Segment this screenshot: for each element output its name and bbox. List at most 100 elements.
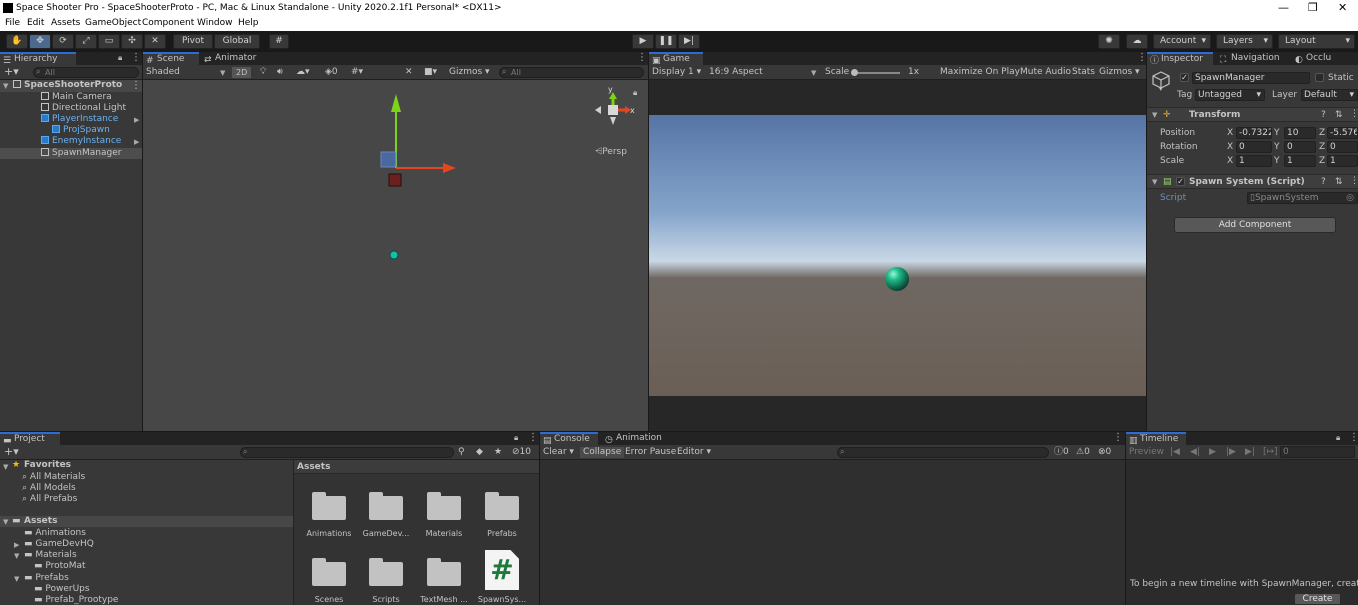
layers-dropdown[interactable]: Layers xyxy=(1216,34,1273,49)
scene-viewport[interactable] xyxy=(143,80,648,431)
tab-project[interactable]: ▬ Project xyxy=(0,432,60,446)
chevron-down-icon[interactable]: ▼ xyxy=(811,69,816,77)
list-item[interactable]: ⌕ All Prefabs xyxy=(22,494,77,505)
maximize-on-play-toggle[interactable]: Maximize On Play xyxy=(940,67,1020,78)
chevron-down-icon[interactable]: ▼ xyxy=(220,69,225,77)
script-component-header[interactable]: ▼ ▤ ✓ Spawn System (Script) ? ⇅ ⋮ xyxy=(1147,174,1358,189)
list-item[interactable]: Main Camera xyxy=(41,92,112,103)
chevron-right-icon[interactable]: ▶ xyxy=(14,541,19,549)
gizmos-toggle[interactable]: Gizmos ▾ xyxy=(1099,67,1140,78)
assets-root-row[interactable]: ▼ ▬ Assets xyxy=(0,516,293,527)
help-icon[interactable]: ? xyxy=(1321,110,1326,120)
asset-label[interactable]: SpawnSys... xyxy=(472,595,532,604)
grid-icon[interactable]: #▾ xyxy=(351,67,363,78)
asset-label[interactable]: Scenes xyxy=(299,595,359,604)
static-checkbox[interactable] xyxy=(1315,73,1324,82)
list-item[interactable]: ▬ GameDevHQ xyxy=(24,539,94,550)
hidden-packages-toggle[interactable]: ⊘10 xyxy=(512,447,531,458)
first-frame-icon[interactable]: |◀ xyxy=(1170,447,1180,458)
list-item[interactable]: EnemyInstance xyxy=(41,136,121,147)
asset-label[interactable]: Prefabs xyxy=(472,529,532,538)
menu-gameobject[interactable]: GameObject xyxy=(85,18,141,28)
move-tool-icon[interactable]: ✥ xyxy=(29,34,51,49)
preset-icon[interactable]: ⇅ xyxy=(1335,177,1343,187)
asset-label[interactable]: TextMesh ... xyxy=(414,595,474,604)
warning-count-toggle[interactable]: ⚠0 xyxy=(1076,447,1090,458)
breadcrumb-assets[interactable]: Assets xyxy=(297,462,330,472)
hierarchy-search-input[interactable]: All xyxy=(33,67,139,78)
hand-tool-icon[interactable]: ✋ xyxy=(6,34,28,49)
component-menu-icon[interactable]: ⋮ xyxy=(1350,109,1358,119)
rotation-y-field[interactable]: 0 xyxy=(1284,141,1316,153)
lighting-icon[interactable]: 💡︎ xyxy=(260,67,266,78)
menu-assets[interactable]: Assets xyxy=(51,18,80,28)
play-button[interactable]: ▶ xyxy=(632,34,654,49)
expand-arrow-icon[interactable]: ▼ xyxy=(14,575,19,583)
list-item[interactable]: ▬ Materials xyxy=(24,550,77,561)
tab-timeline[interactable]: ▥ Timeline xyxy=(1126,432,1186,446)
component-menu-icon[interactable]: ⋮ xyxy=(1350,176,1358,186)
orientation-neg-x-cone[interactable] xyxy=(595,106,601,114)
gizmo-plane-handle[interactable] xyxy=(380,151,397,168)
global-toggle[interactable]: Global xyxy=(214,34,260,49)
active-checkbox[interactable]: ✓ xyxy=(1180,73,1189,82)
transform-header[interactable]: ▼ ✛ Transform ? ⇅ ⋮ xyxy=(1147,107,1358,122)
close-button[interactable]: ✕ xyxy=(1338,1,1347,14)
component-enabled-checkbox[interactable]: ✓ xyxy=(1176,177,1185,186)
rotation-x-field[interactable]: 0 xyxy=(1236,141,1272,153)
preset-icon[interactable]: ⇅ xyxy=(1335,110,1343,120)
folder-icon[interactable] xyxy=(369,558,403,586)
custom-tool-icon[interactable]: ✕ xyxy=(144,34,166,49)
orientation-neg-y-cone[interactable] xyxy=(610,117,616,125)
chevron-right-icon[interactable]: ▶ xyxy=(134,138,139,146)
collapse-toggle[interactable]: Collapse xyxy=(580,447,625,458)
aspect-dropdown[interactable]: 16:9 Aspect xyxy=(709,67,763,78)
play-range-icon[interactable]: [↦] xyxy=(1263,447,1278,458)
asset-label[interactable]: GameDev... xyxy=(356,529,416,538)
mute-audio-toggle[interactable]: Mute Audio xyxy=(1020,67,1071,78)
scene-row[interactable]: ▼ SpaceShooterProto ⋮ xyxy=(0,80,142,92)
scene-search-input[interactable]: All xyxy=(499,67,644,78)
expand-arrow-icon[interactable]: ▼ xyxy=(3,463,8,471)
add-component-button[interactable]: Add Component xyxy=(1174,217,1336,233)
next-frame-icon[interactable]: |▶ xyxy=(1226,447,1236,458)
audio-icon[interactable]: 🔊︎ xyxy=(277,67,283,78)
player-sphere[interactable] xyxy=(389,250,399,260)
tab-occlusion[interactable]: ◐ Occlu xyxy=(1292,52,1358,65)
scale-y-field[interactable]: 1 xyxy=(1284,155,1316,167)
persp-label[interactable]: ⩤Persp xyxy=(595,147,627,157)
list-item[interactable]: ⌕ All Models xyxy=(22,483,76,494)
menu-file[interactable]: File xyxy=(5,18,20,28)
tools-icon[interactable]: ✕ xyxy=(405,67,413,78)
icon-dropdown-icon[interactable]: ▾ xyxy=(1159,85,1163,93)
project-search-input[interactable] xyxy=(240,447,454,458)
game-view[interactable] xyxy=(649,115,1146,396)
stats-toggle[interactable]: Stats xyxy=(1072,67,1095,78)
create-timeline-button[interactable]: Create xyxy=(1294,593,1341,605)
account-dropdown[interactable]: Account xyxy=(1153,34,1211,49)
more-menu-icon[interactable]: ⋮ xyxy=(1137,52,1147,64)
foldout-arrow-icon[interactable]: ▼ xyxy=(1152,178,1157,186)
tab-hierarchy[interactable]: ☰ Hierarchy xyxy=(0,52,76,66)
menu-edit[interactable]: Edit xyxy=(27,18,44,28)
rotate-tool-icon[interactable]: ⟳ xyxy=(52,34,74,49)
scale-x-field[interactable]: 1 xyxy=(1236,155,1272,167)
effects-icon[interactable]: ☁▾ xyxy=(296,67,310,78)
folder-icon[interactable] xyxy=(369,492,403,520)
lock-icon[interactable]: 🔒︎ xyxy=(514,433,518,443)
csharp-script-icon[interactable]: # xyxy=(485,550,519,590)
scene-menu-icon[interactable]: ⋮ xyxy=(131,80,141,92)
favorite-star-icon[interactable]: ★ xyxy=(494,447,502,458)
editor-dropdown[interactable]: Editor ▾ xyxy=(677,447,711,458)
pause-button[interactable]: ❚❚ xyxy=(655,34,677,49)
list-item[interactable]: ▬ ProtoMat xyxy=(34,561,86,572)
asset-label[interactable]: Materials xyxy=(414,529,474,538)
rect-tool-icon[interactable]: ▭ xyxy=(98,34,120,49)
foldout-arrow-icon[interactable]: ▼ xyxy=(1152,111,1157,119)
grid-snap-icon[interactable]: # xyxy=(269,34,289,49)
cloud-icon[interactable]: ☁ xyxy=(1126,34,1148,49)
scale-slider[interactable] xyxy=(852,72,900,74)
expand-arrow-icon[interactable]: ▼ xyxy=(3,518,8,526)
enemy-gizmo[interactable] xyxy=(388,173,402,187)
gizmo-lock-icon[interactable]: 🔒︎ xyxy=(633,88,637,98)
